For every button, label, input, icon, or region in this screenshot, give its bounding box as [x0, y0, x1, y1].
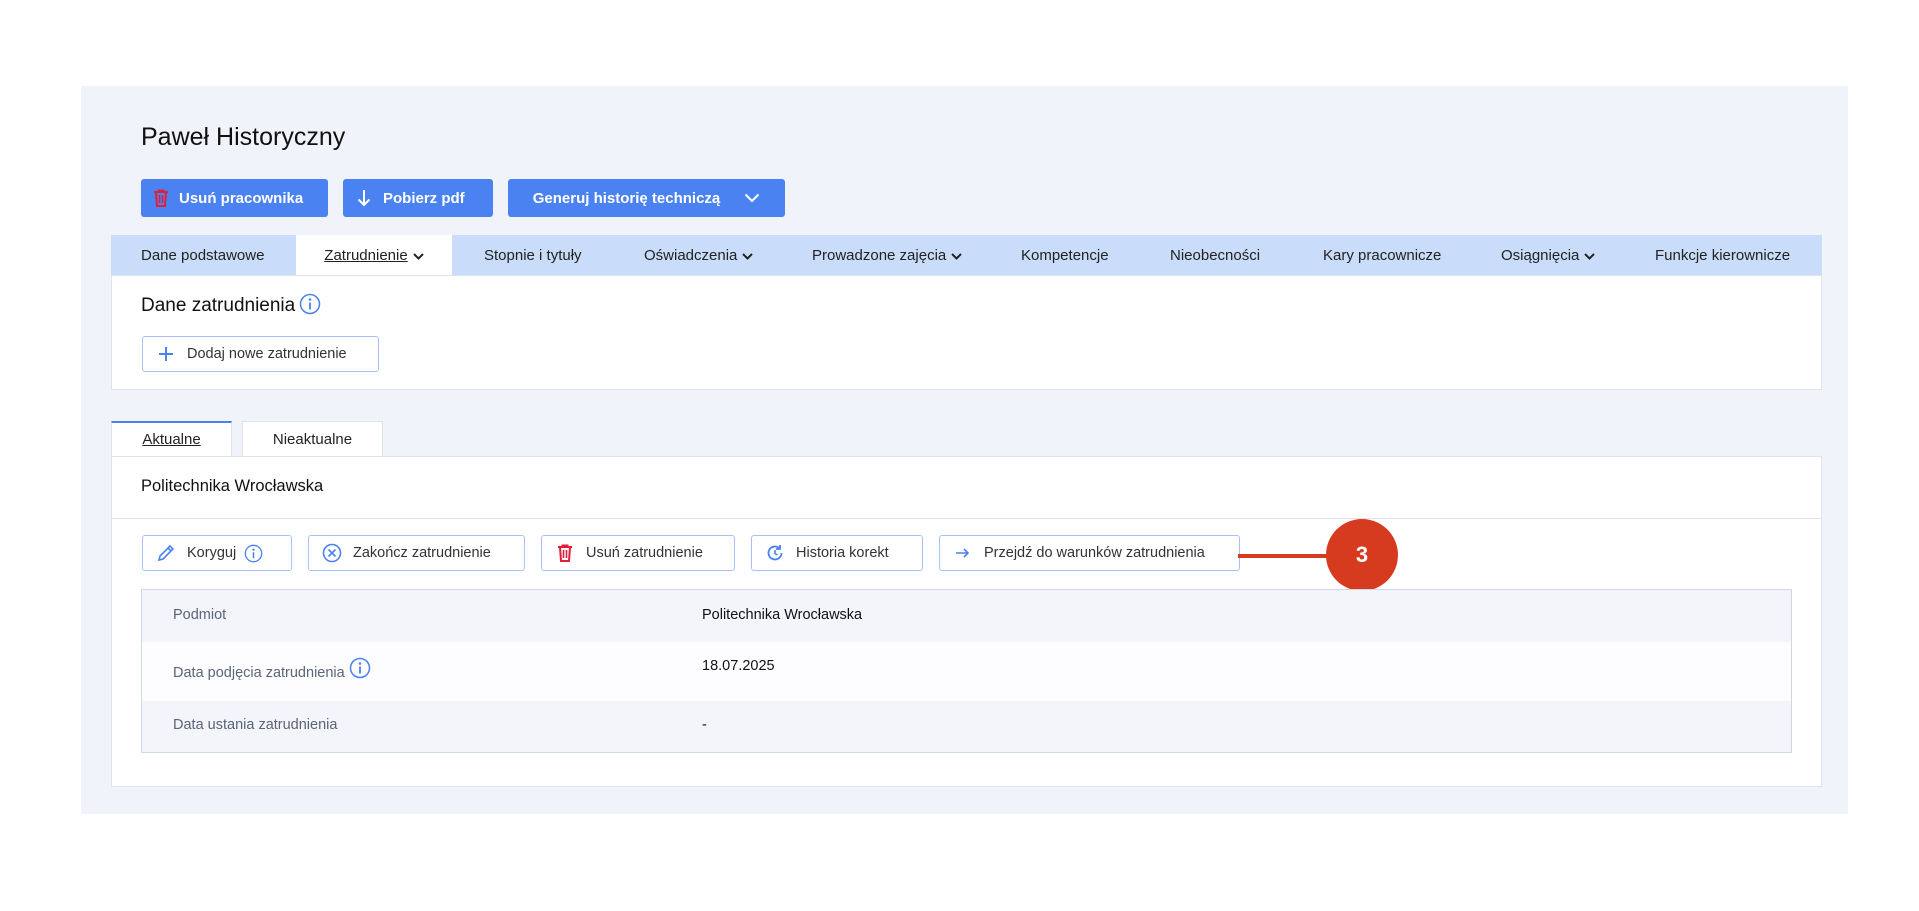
row-key: Podmiot — [173, 607, 227, 623]
correction-history-button[interactable]: Historia korekt — [751, 535, 923, 571]
tab-aktualne[interactable]: Aktualne — [111, 421, 232, 457]
pencil-icon — [155, 544, 177, 562]
row-key: Data ustania zatrudnienia — [173, 717, 338, 733]
chevron-down-icon — [412, 247, 424, 264]
arrow-down-icon — [357, 189, 371, 207]
delete-employee-label: Usuń pracownika — [179, 189, 304, 207]
tab-prowadzone-zajecia[interactable]: Prowadzone zajęcia — [812, 235, 962, 275]
employment-section-card — [111, 275, 1822, 390]
close-circle-icon — [321, 543, 343, 563]
callout-line — [1238, 554, 1328, 558]
add-employment-button[interactable]: Dodaj nowe zatrudnienie — [142, 336, 379, 372]
trash-icon — [153, 189, 169, 207]
tab-label: Kompetencje — [1021, 246, 1109, 264]
tab-zatrudnienie[interactable]: Zatrudnienie — [296, 235, 452, 275]
goto-employment-conditions-label: Przejdź do warunków zatrudnienia — [984, 545, 1205, 561]
tab-label: Oświadczenia — [644, 246, 738, 264]
tab-osiagniecia[interactable]: Osiągnięcia — [1501, 235, 1596, 275]
divider — [111, 518, 1822, 519]
generate-history-button[interactable]: Generuj historię techniczą — [508, 179, 785, 217]
tab-label: Nieaktualne — [272, 430, 353, 448]
plus-icon — [155, 346, 177, 362]
employment-details-table: Podmiot Politechnika Wrocławska Data pod… — [141, 589, 1792, 753]
chevron-down-icon — [951, 247, 962, 264]
tab-nieobecnosci[interactable]: Nieobecności — [1170, 235, 1260, 275]
end-employment-label: Zakończ zatrudnienie — [353, 545, 491, 561]
tab-kary-pracownicze[interactable]: Kary pracownicze — [1323, 235, 1441, 275]
tab-funkcje-kierownicze[interactable]: Funkcje kierownicze — [1655, 235, 1790, 275]
row-value: 18.07.2025 — [702, 658, 775, 674]
correct-label: Koryguj — [187, 545, 237, 561]
download-pdf-button[interactable]: Pobierz pdf — [343, 179, 493, 217]
history-icon — [764, 543, 786, 563]
tab-label: Nieobecności — [1170, 246, 1261, 264]
correction-history-label: Historia korekt — [796, 545, 889, 561]
add-employment-label: Dodaj nowe zatrudnienie — [187, 346, 347, 362]
tab-label: Osiągnięcia — [1501, 246, 1580, 264]
tab-oswiadczenia[interactable]: Oświadczenia — [644, 235, 754, 275]
tab-stopnie-i-tytuly[interactable]: Stopnie i tytuły — [484, 235, 582, 275]
trash-icon — [554, 544, 576, 562]
tab-nieaktualne[interactable]: Nieaktualne — [242, 421, 383, 457]
tab-label: Aktualne — [142, 431, 201, 448]
tab-label: Zatrudnienie — [324, 246, 408, 264]
tab-label: Funkcje kierownicze — [1655, 246, 1791, 264]
arrow-right-icon — [952, 547, 974, 559]
chevron-down-icon[interactable] — [744, 193, 760, 203]
company-name: Politechnika Wrocławska — [141, 477, 324, 495]
table-row: Data podjęcia zatrudnienia 18.07.2025 — [142, 642, 1791, 701]
delete-employment-button[interactable]: Usuń zatrudnienie — [541, 535, 735, 571]
tab-label: Kary pracownicze — [1323, 246, 1442, 264]
tab-label: Dane podstawowe — [141, 246, 265, 264]
page-title: Paweł Historyczny — [141, 123, 346, 151]
tab-kompetencje[interactable]: Kompetencje — [1021, 235, 1109, 275]
goto-employment-conditions-button[interactable]: Przejdź do warunków zatrudnienia — [939, 535, 1240, 571]
delete-employment-label: Usuń zatrudnienie — [586, 545, 703, 561]
chevron-down-icon — [1584, 247, 1596, 264]
correct-button[interactable]: Koryguj — [142, 535, 292, 571]
info-icon[interactable] — [299, 293, 321, 320]
callout-badge: 3 — [1326, 519, 1398, 591]
end-employment-button[interactable]: Zakończ zatrudnienie — [308, 535, 525, 571]
table-row: Podmiot Politechnika Wrocławska — [142, 590, 1791, 642]
table-row: Data ustania zatrudnienia - — [142, 701, 1791, 752]
generate-history-label: Generuj historię techniczą — [532, 189, 721, 207]
chevron-down-icon — [742, 247, 754, 264]
row-value: - — [702, 717, 707, 733]
delete-employee-button[interactable]: Usuń pracownika — [141, 179, 328, 217]
download-pdf-label: Pobierz pdf — [383, 189, 465, 207]
row-value: Politechnika Wrocławska — [702, 607, 863, 623]
info-icon[interactable] — [349, 657, 371, 684]
employment-section-title: Dane zatrudnienia — [141, 295, 296, 316]
row-key: Data podjęcia zatrudnienia — [173, 665, 345, 681]
tab-label: Stopnie i tytuły — [484, 246, 582, 264]
tab-dane-podstawowe[interactable]: Dane podstawowe — [141, 235, 264, 275]
tab-label: Prowadzone zajęcia — [812, 246, 947, 264]
info-icon[interactable] — [244, 544, 263, 563]
